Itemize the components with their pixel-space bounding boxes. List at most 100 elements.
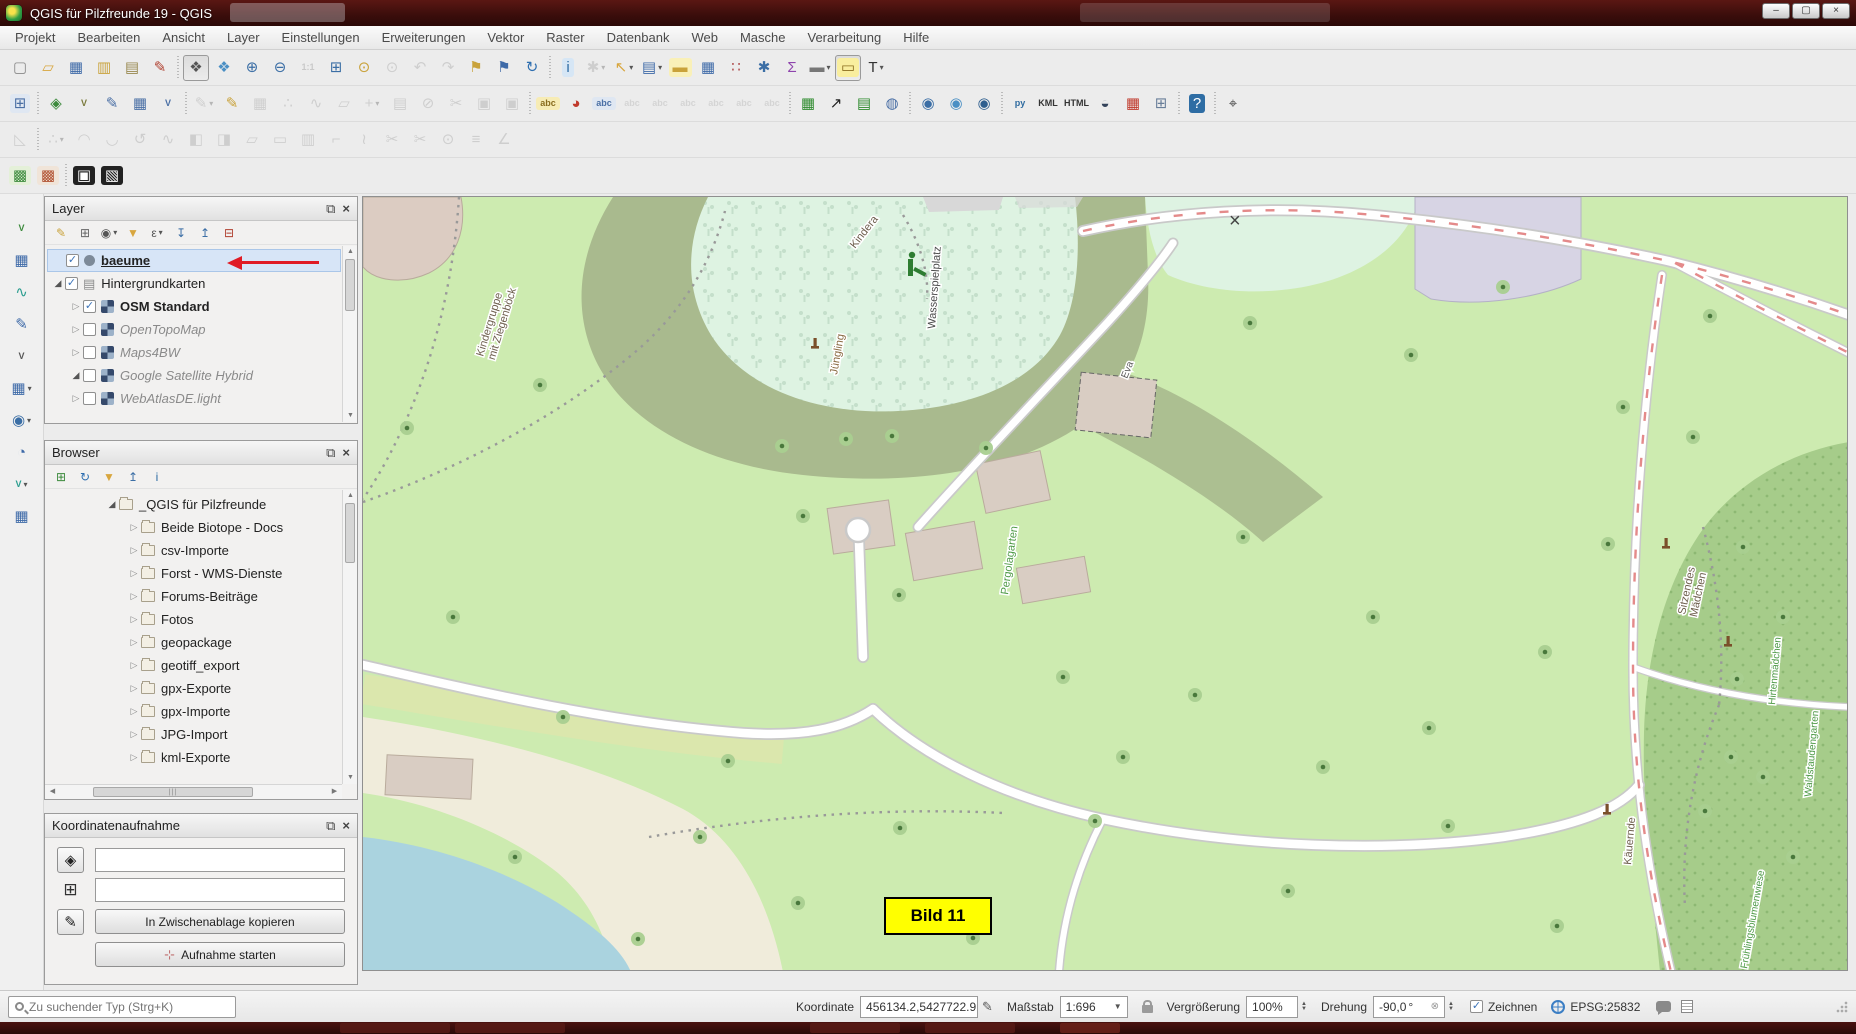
dropdown-caret-icon[interactable]: ▾ — [375, 99, 379, 108]
db-manager-button[interactable]: ◍ — [879, 91, 905, 117]
menu-hilfe[interactable]: Hilfe — [892, 30, 940, 45]
filter-expression-button[interactable]: ε▾ — [146, 223, 168, 243]
quickmap-search-button[interactable]: ▩ — [7, 163, 33, 189]
browser-item-forums-beitr-ge[interactable]: ▷Forums-Beiträge — [47, 585, 341, 608]
map-pointer-button[interactable]: ↗ — [823, 91, 849, 117]
layer-visibility-checkbox[interactable] — [83, 369, 96, 382]
menu-vektor[interactable]: Vektor — [476, 30, 535, 45]
layer-item-maps4bw[interactable]: ▷Maps4BW — [47, 341, 341, 364]
model-designer-button[interactable]: ∷ — [723, 55, 749, 81]
dropdown-caret-icon[interactable]: ▾ — [880, 63, 884, 72]
new-geopackage-button[interactable]: ◈ — [43, 91, 69, 117]
scale-combo[interactable]: 1:696 ▼ — [1060, 996, 1128, 1018]
geocoding-button[interactable]: ◉ — [943, 91, 969, 117]
identify-features-button[interactable]: i — [555, 55, 581, 81]
map-tips-button[interactable]: ▭ — [835, 55, 861, 81]
float-panel-icon[interactable]: ⧉ — [326, 202, 335, 215]
browser-item-kml-exporte[interactable]: ▷kml-Exporte — [47, 746, 341, 769]
quickmap-services-button[interactable]: ▩ — [35, 163, 61, 189]
georeferencer-button[interactable]: ▤ — [851, 91, 877, 117]
save-project-button[interactable]: ▦ — [63, 55, 89, 81]
layer-visibility-checkbox[interactable] — [83, 323, 96, 336]
dropdown-caret-icon[interactable]: ▾ — [601, 63, 605, 72]
menu-datenbank[interactable]: Datenbank — [596, 30, 681, 45]
python-console-button[interactable]: py — [1007, 91, 1033, 117]
layer-visibility-checkbox[interactable] — [83, 346, 96, 359]
layer-visibility-checkbox[interactable] — [83, 392, 96, 405]
rotation-field[interactable]: -90,0 ° ⊗ — [1373, 996, 1445, 1018]
start-capture-button[interactable]: ⊹ Aufnahme starten — [95, 942, 345, 967]
filter-legend-button[interactable]: ▼ — [122, 223, 144, 243]
float-panel-icon[interactable]: ⧉ — [326, 819, 335, 832]
lock-scale-icon[interactable] — [1142, 1005, 1153, 1013]
manage-visibility-button[interactable]: ◉▾ — [98, 223, 120, 243]
label-options-button[interactable]: abc — [535, 91, 561, 117]
render-checkbox[interactable]: ✓ — [1470, 1000, 1483, 1013]
expander-icon[interactable]: ▷ — [127, 591, 141, 602]
dropdown-caret-icon[interactable]: ▾ — [113, 228, 117, 237]
menu-bearbeiten[interactable]: Bearbeiten — [66, 30, 151, 45]
track-mouse-button[interactable]: ✎ — [57, 909, 84, 935]
close-panel-icon[interactable]: × — [342, 819, 350, 832]
style-manager-button[interactable]: ✎ — [147, 55, 173, 81]
dropdown-caret-icon[interactable]: ▾ — [826, 63, 830, 72]
raster-calculator-button[interactable]: ▦ — [795, 91, 821, 117]
copy-to-clipboard-button[interactable]: In Zwischenablage kopieren — [95, 909, 345, 934]
expander-icon[interactable]: ▷ — [127, 545, 141, 556]
expander-icon[interactable]: ▷ — [127, 683, 141, 694]
coordinate-capture-field-1[interactable] — [95, 848, 345, 872]
expander-icon[interactable]: ▷ — [127, 637, 141, 648]
browser-item-forst-wms-dienste[interactable]: ▷Forst - WMS-Dienste — [47, 562, 341, 585]
menu-verarbeitung[interactable]: Verarbeitung — [797, 30, 893, 45]
collapse-all-browser-button[interactable]: ↥ — [122, 467, 144, 487]
profile-curve-tool-button[interactable]: ∿ — [9, 279, 35, 305]
dropdown-caret-icon[interactable]: ▾ — [159, 228, 163, 237]
statistics-panel-button[interactable]: Σ — [779, 55, 805, 81]
zoom-to-layer-button[interactable]: ⊙ — [351, 55, 377, 81]
new-spatialite-button[interactable]: ✎ — [99, 91, 125, 117]
enable-properties-widget-button[interactable]: i — [146, 467, 168, 487]
messages-icon[interactable] — [1656, 1001, 1671, 1012]
attribute-table-button[interactable]: ▦ — [695, 55, 721, 81]
pan-to-selection-button[interactable]: ❖ — [211, 55, 237, 81]
remove-layer-button[interactable]: ⊟ — [218, 223, 240, 243]
menu-web[interactable]: Web — [680, 30, 729, 45]
sketch-pencil-tool-button[interactable]: ✎ — [9, 311, 35, 337]
close-button[interactable]: × — [1822, 3, 1850, 19]
expander-icon[interactable]: ▷ — [127, 614, 141, 625]
collapse-all-button[interactable]: ↥ — [194, 223, 216, 243]
open-layer-styling-button[interactable]: ✎ — [50, 223, 72, 243]
crs-globe-icon[interactable] — [1551, 1000, 1565, 1014]
expander-icon[interactable]: ▷ — [127, 660, 141, 671]
data-source-manager-button[interactable]: ⊞ — [7, 91, 33, 117]
select-by-value-button[interactable]: ▤▾ — [639, 55, 665, 81]
menu-erweiterungen[interactable]: Erweiterungen — [371, 30, 477, 45]
menu-einstellungen[interactable]: Einstellungen — [271, 30, 371, 45]
expander-icon[interactable]: ▷ — [69, 393, 83, 404]
browser-item-geopackage[interactable]: ▷geopackage — [47, 631, 341, 654]
layer-visibility-checkbox[interactable]: ✓ — [65, 277, 78, 290]
toggle-editing-button[interactable]: ✎ — [219, 91, 245, 117]
text-annotation-button[interactable]: T▾ — [863, 55, 889, 81]
menu-projekt[interactable]: Projekt — [4, 30, 66, 45]
pan-map-button[interactable]: ❖ — [183, 55, 209, 81]
dropdown-caret-icon[interactable]: ▾ — [629, 63, 633, 72]
resize-grip[interactable] — [1836, 1001, 1848, 1013]
new-virtual-layer-button[interactable]: V — [155, 91, 181, 117]
menu-ansicht[interactable]: Ansicht — [151, 30, 216, 45]
browser-item--qgis-f-r-pilzfreunde[interactable]: ◢_QGIS für Pilzfreunde — [47, 493, 341, 516]
layer-visibility-checkbox[interactable]: ✓ — [83, 300, 96, 313]
layer-visibility-checkbox[interactable]: ✓ — [66, 254, 79, 267]
vector-dropdown-tool-button[interactable]: V▾ — [9, 471, 35, 497]
browser-hscrollbar[interactable]: ◀ ▶ ||| — [45, 784, 342, 799]
blue-grid-tool-button[interactable]: ▦ — [9, 247, 35, 273]
browser-item-fotos[interactable]: ▷Fotos — [47, 608, 341, 631]
layer-item-webatlasde-light[interactable]: ▷WebAtlasDE.light — [47, 387, 341, 410]
html-tools-button[interactable]: HTML — [1063, 91, 1090, 117]
filter-browser-button[interactable]: ▼ — [98, 467, 120, 487]
magnifier-field[interactable]: 100% — [1246, 996, 1298, 1018]
browser-item-gpx-exporte[interactable]: ▷gpx-Exporte — [47, 677, 341, 700]
capture-coordinates-target-button[interactable]: ⌖ — [1220, 91, 1246, 117]
new-project-button[interactable]: ▢ — [7, 55, 33, 81]
attribute-grid-button[interactable]: ⊞ — [1148, 91, 1174, 117]
